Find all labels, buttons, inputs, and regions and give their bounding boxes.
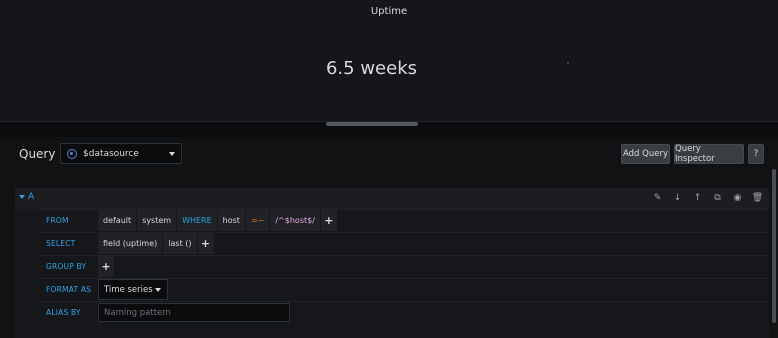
add-condition-button[interactable]: +: [320, 210, 337, 231]
scrollbar[interactable]: [772, 169, 776, 323]
query-row-actions: ✎ ↓ ↑ ⧉ ◉ 🗑: [652, 192, 764, 204]
format-as-label: FORMAT AS: [46, 285, 92, 294]
datasource-icon: [67, 148, 77, 159]
move-down-icon[interactable]: ↓: [672, 192, 683, 204]
select-row: SELECT field (uptime) last () +: [40, 232, 769, 254]
datasource-picker[interactable]: $datasource: [60, 143, 182, 164]
help-button[interactable]: ?: [748, 144, 764, 164]
alias-by-row: ALIAS BY: [40, 301, 769, 323]
influx-query-editor: FROM default system WHERE host =~ /^$hos…: [15, 209, 769, 338]
stat-value: 6.5 weeks: [325, 58, 418, 79]
edit-icon[interactable]: ✎: [652, 192, 663, 204]
add-select-button[interactable]: +: [197, 233, 214, 254]
move-up-icon[interactable]: ↑: [692, 192, 703, 204]
group-by-row: GROUP BY +: [40, 255, 769, 277]
duplicate-icon[interactable]: ⧉: [712, 192, 723, 204]
format-as-row: FORMAT AS Time series: [40, 278, 769, 300]
from-row: FROM default system WHERE host =~ /^$hos…: [40, 209, 769, 231]
add-group-by-button[interactable]: +: [98, 256, 114, 277]
format-select[interactable]: Time series: [98, 279, 168, 300]
query-ref-id[interactable]: A: [28, 192, 34, 202]
chevron-down-icon: [169, 152, 175, 156]
panel-marker: [567, 62, 569, 64]
alias-by-label: ALIAS BY: [46, 308, 81, 317]
query-editor: Query $datasource Add Query Query Inspec…: [0, 137, 778, 338]
where-keyword: WHERE: [177, 210, 217, 231]
chevron-down-icon: [155, 288, 161, 292]
query-label: Query: [19, 147, 56, 161]
panel-title[interactable]: Uptime: [0, 6, 778, 17]
retention-policy-segment[interactable]: default: [98, 210, 137, 231]
from-label: FROM: [46, 216, 69, 225]
field-segment[interactable]: field (uptime): [98, 233, 163, 254]
format-value: Time series: [104, 284, 153, 295]
tag-value-segment[interactable]: /^$host$/: [270, 210, 320, 231]
eye-icon[interactable]: ◉: [732, 192, 743, 204]
uptime-panel: Uptime 6.5 weeks: [0, 0, 778, 122]
add-query-button[interactable]: Add Query: [621, 144, 670, 164]
query-inspector-button[interactable]: Query Inspector: [674, 144, 744, 164]
datasource-name: $datasource: [83, 148, 139, 159]
trash-icon[interactable]: 🗑: [752, 192, 763, 204]
group-by-label: GROUP BY: [46, 262, 87, 271]
panel-resize-handle[interactable]: [326, 122, 418, 126]
measurement-segment[interactable]: system: [137, 210, 177, 231]
alias-input[interactable]: [98, 303, 290, 322]
operator-segment[interactable]: =~: [245, 210, 270, 231]
tag-key-segment[interactable]: host: [217, 210, 245, 231]
select-label: SELECT: [46, 239, 76, 248]
collapse-toggle-icon[interactable]: [19, 195, 25, 199]
function-segment[interactable]: last (): [163, 233, 197, 254]
query-row-header[interactable]: A ✎ ↓ ↑ ⧉ ◉ 🗑: [15, 188, 769, 209]
